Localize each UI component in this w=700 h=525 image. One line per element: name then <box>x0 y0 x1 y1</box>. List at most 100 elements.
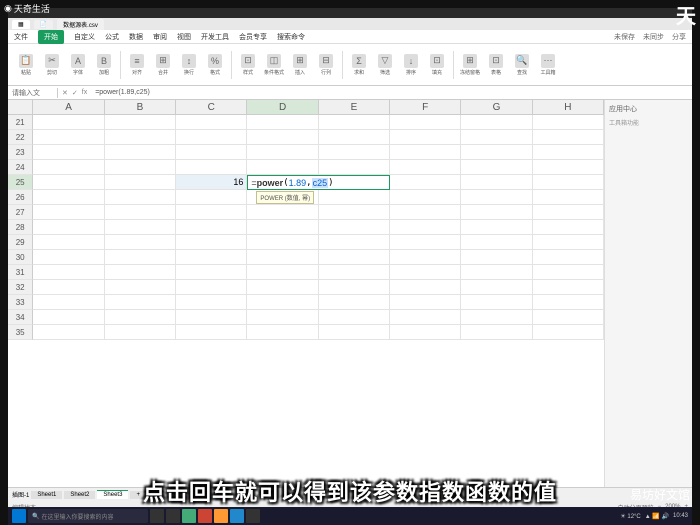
cell-B32[interactable] <box>105 280 176 295</box>
cell-A32[interactable] <box>33 280 104 295</box>
cell-A31[interactable] <box>33 265 104 280</box>
row-header-33[interactable]: 33 <box>8 295 33 310</box>
cell-D35[interactable] <box>247 325 318 340</box>
cell-E35[interactable] <box>319 325 390 340</box>
cell-B21[interactable] <box>105 115 176 130</box>
cell-A24[interactable] <box>33 160 104 175</box>
cell-H22[interactable] <box>533 130 604 145</box>
cell-F26[interactable] <box>390 190 461 205</box>
taskbar-search[interactable]: 🔍 在这里输入你要搜索的内容 <box>28 509 148 523</box>
cell-B25[interactable] <box>105 175 176 190</box>
menu-right-未同步[interactable]: 未同步 <box>643 32 664 42</box>
cell-B23[interactable] <box>105 145 176 160</box>
task-app-2[interactable] <box>166 509 180 523</box>
cell-C24[interactable] <box>176 160 247 175</box>
task-app-3[interactable] <box>182 509 196 523</box>
menu-审阅[interactable]: 审阅 <box>153 32 167 42</box>
cell-G29[interactable] <box>461 235 532 250</box>
col-header-C[interactable]: C <box>176 100 247 115</box>
cell-F34[interactable] <box>390 310 461 325</box>
name-box[interactable]: 请输入文 <box>8 88 58 98</box>
cell-A34[interactable] <box>33 310 104 325</box>
cell-G25[interactable] <box>461 175 532 190</box>
confirm-icon[interactable]: ✓ <box>72 89 78 97</box>
cell-A29[interactable] <box>33 235 104 250</box>
cell-E22[interactable] <box>319 130 390 145</box>
row-header-23[interactable]: 23 <box>8 145 33 160</box>
cell-B26[interactable] <box>105 190 176 205</box>
cell-G35[interactable] <box>461 325 532 340</box>
row-header-29[interactable]: 29 <box>8 235 33 250</box>
ribbon-条件格式[interactable]: ◫条件格式 <box>262 49 286 81</box>
weather-widget[interactable]: ☀ 12°C <box>620 513 640 520</box>
cell-H25[interactable] <box>533 175 604 190</box>
cell-C26[interactable] <box>176 190 247 205</box>
cell-C23[interactable] <box>176 145 247 160</box>
ribbon-排序[interactable]: ↓排序 <box>399 49 423 81</box>
cell-B27[interactable] <box>105 205 176 220</box>
cell-H34[interactable] <box>533 310 604 325</box>
cell-E24[interactable] <box>319 160 390 175</box>
ribbon-行列[interactable]: ⊟行列 <box>314 49 338 81</box>
cell-D32[interactable] <box>247 280 318 295</box>
row-header-21[interactable]: 21 <box>8 115 33 130</box>
menu-公式[interactable]: 公式 <box>105 32 119 42</box>
cell-C27[interactable] <box>176 205 247 220</box>
cell-D33[interactable] <box>247 295 318 310</box>
cell-H24[interactable] <box>533 160 604 175</box>
cell-G21[interactable] <box>461 115 532 130</box>
cell-G28[interactable] <box>461 220 532 235</box>
menu-right-未保存[interactable]: 未保存 <box>614 32 635 42</box>
start-button[interactable] <box>12 509 26 523</box>
cell-C25[interactable]: 16 <box>176 175 247 190</box>
cell-A30[interactable] <box>33 250 104 265</box>
task-app-7[interactable] <box>246 509 260 523</box>
col-header-A[interactable]: A <box>33 100 104 115</box>
cell-F28[interactable] <box>390 220 461 235</box>
doc-tab-2[interactable]: 数据源表.csv <box>57 19 104 30</box>
row-header-22[interactable]: 22 <box>8 130 33 145</box>
cell-F33[interactable] <box>390 295 461 310</box>
cell-E34[interactable] <box>319 310 390 325</box>
menu-视图[interactable]: 视图 <box>177 32 191 42</box>
cell-H35[interactable] <box>533 325 604 340</box>
cell-G23[interactable] <box>461 145 532 160</box>
ribbon-填充[interactable]: ⊡填充 <box>425 49 449 81</box>
cell-A23[interactable] <box>33 145 104 160</box>
menu-数据[interactable]: 数据 <box>129 32 143 42</box>
cell-B22[interactable] <box>105 130 176 145</box>
cell-B31[interactable] <box>105 265 176 280</box>
task-app-1[interactable] <box>150 509 164 523</box>
cell-G31[interactable] <box>461 265 532 280</box>
row-header-30[interactable]: 30 <box>8 250 33 265</box>
cell-F27[interactable] <box>390 205 461 220</box>
cell-C21[interactable] <box>176 115 247 130</box>
home-tab[interactable]: ▦ <box>12 20 30 29</box>
row-header-25[interactable]: 25 <box>8 175 33 190</box>
cell-F25[interactable] <box>390 175 461 190</box>
cell-C35[interactable] <box>176 325 247 340</box>
cancel-icon[interactable]: ✕ <box>62 89 68 97</box>
ribbon-查找[interactable]: 🔍查找 <box>510 49 534 81</box>
ribbon-样式[interactable]: ⊡样式 <box>236 49 260 81</box>
cell-C22[interactable] <box>176 130 247 145</box>
col-header-E[interactable]: E <box>319 100 390 115</box>
select-all-corner[interactable] <box>8 100 33 115</box>
cell-D27[interactable] <box>247 205 318 220</box>
ribbon-对齐[interactable]: ≡对齐 <box>125 49 149 81</box>
cell-C32[interactable] <box>176 280 247 295</box>
menu-文件[interactable]: 文件 <box>14 32 28 42</box>
row-header-32[interactable]: 32 <box>8 280 33 295</box>
ribbon-格式[interactable]: %格式 <box>203 49 227 81</box>
cell-G24[interactable] <box>461 160 532 175</box>
cell-B33[interactable] <box>105 295 176 310</box>
cell-H21[interactable] <box>533 115 604 130</box>
ribbon-合并[interactable]: ⊞合并 <box>151 49 175 81</box>
cell-F31[interactable] <box>390 265 461 280</box>
cell-F23[interactable] <box>390 145 461 160</box>
col-header-B[interactable]: B <box>105 100 176 115</box>
ribbon-表格[interactable]: ⊡表格 <box>484 49 508 81</box>
cell-G22[interactable] <box>461 130 532 145</box>
doc-tab-1[interactable]: 📄 <box>34 20 53 29</box>
spreadsheet-grid[interactable]: ABCDEFGH 212223242516=power(1.89, c25 )P… <box>8 100 604 487</box>
